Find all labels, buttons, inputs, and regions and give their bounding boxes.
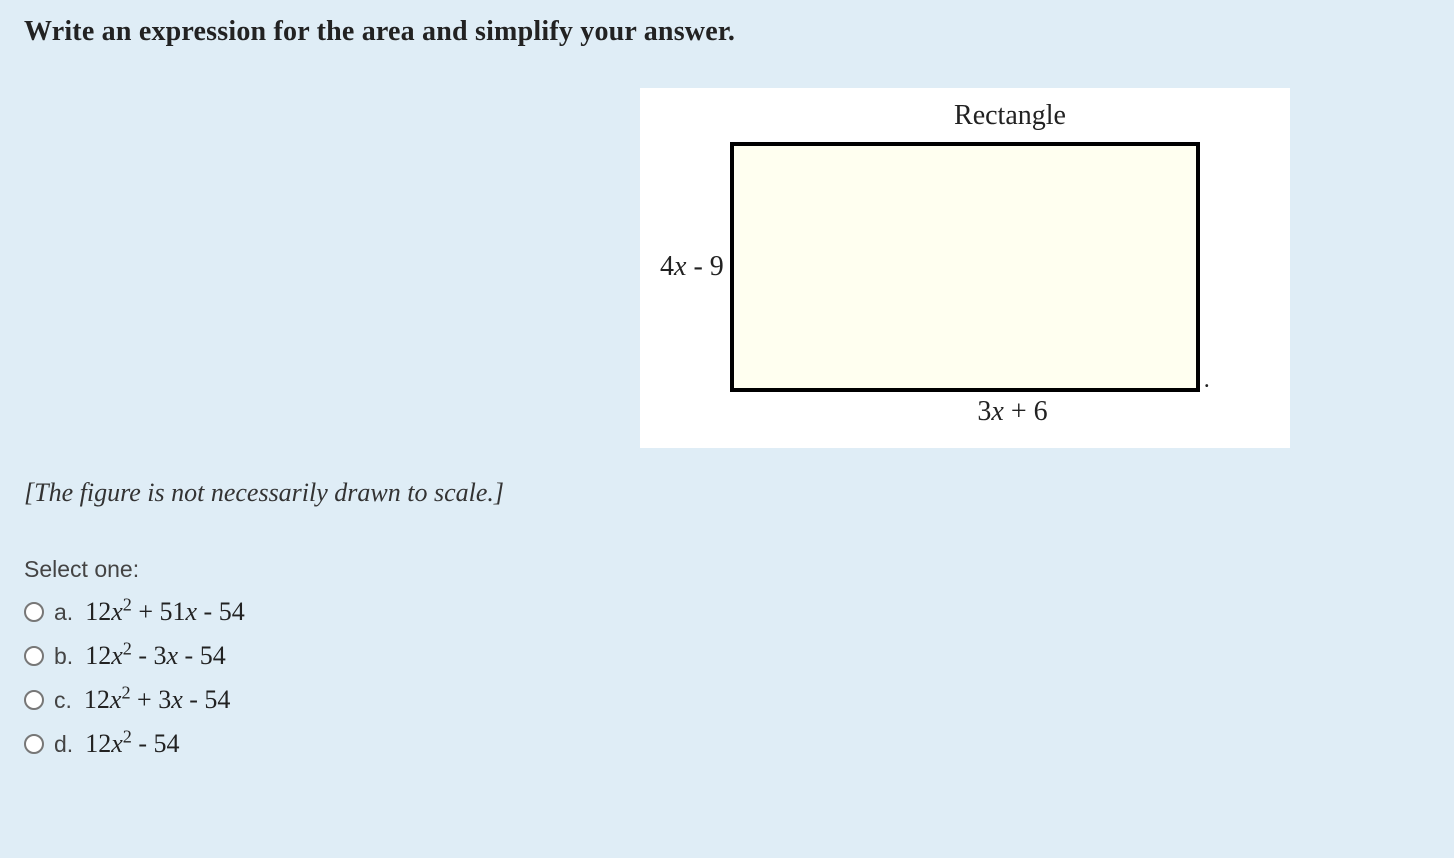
option-letter: c. <box>54 687 72 714</box>
option-expression: 12x2 - 54 <box>85 729 179 759</box>
scale-note: [The figure is not necessarily drawn to … <box>24 478 1430 508</box>
option-letter: a. <box>54 599 73 626</box>
radio-icon[interactable] <box>24 734 44 754</box>
option-b[interactable]: b. 12x2 - 3x - 54 <box>24 641 1430 671</box>
option-expression: 12x2 + 51x - 54 <box>85 597 245 627</box>
option-d[interactable]: d. 12x2 - 54 <box>24 729 1430 759</box>
option-letter: d. <box>54 731 73 758</box>
option-letter: b. <box>54 643 73 670</box>
radio-icon[interactable] <box>24 690 44 710</box>
select-one-label: Select one: <box>24 556 1430 583</box>
radio-icon[interactable] <box>24 602 44 622</box>
option-expression: 12x2 + 3x - 54 <box>84 685 231 715</box>
corner-dot: . <box>1204 367 1210 394</box>
answer-options: a. 12x2 + 51x - 54 b. 12x2 - 3x - 54 c. … <box>24 597 1430 759</box>
figure-title: Rectangle <box>660 100 1270 132</box>
option-a[interactable]: a. 12x2 + 51x - 54 <box>24 597 1430 627</box>
rectangle-shape: . <box>730 142 1200 392</box>
rectangle-figure: Rectangle 4x - 9 . 3x + 6 <box>640 88 1290 448</box>
height-label: 4x - 9 <box>660 251 730 283</box>
question-prompt: Write an expression for the area and sim… <box>24 16 1430 48</box>
width-label: 3x + 6 <box>660 396 1270 428</box>
option-c[interactable]: c. 12x2 + 3x - 54 <box>24 685 1430 715</box>
figure-area: Rectangle 4x - 9 . 3x + 6 <box>24 88 1430 448</box>
option-expression: 12x2 - 3x - 54 <box>85 641 226 671</box>
radio-icon[interactable] <box>24 646 44 666</box>
